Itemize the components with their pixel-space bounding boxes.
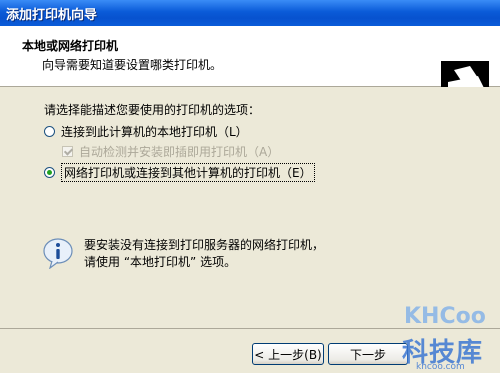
option-network-label[interactable]: 网络打印机或连接到其他计算机的打印机（E）: [61, 163, 315, 182]
option-local-label[interactable]: 连接到此计算机的本地打印机（L）: [61, 123, 248, 140]
option-auto-detect: 自动检测并安装即插即用打印机（A）: [62, 143, 279, 160]
back-button-label[interactable]: < 上一步(B): [254, 346, 321, 363]
wizard-header: 本地或网络打印机 向导需要知道要设置哪类打印机。: [0, 26, 500, 105]
option-network-printer[interactable]: 网络打印机或连接到其他计算机的打印机（E）: [44, 163, 315, 182]
header-subtitle: 向导需要知道要设置哪类打印机。: [42, 58, 223, 72]
info-icon: [43, 238, 73, 269]
site-watermark: KHCoo 科技库 khcoo.com: [380, 292, 500, 372]
checkbox-auto-detect: [62, 146, 73, 157]
info-line-1: 要安装没有连接到打印服务器的网络打印机，: [84, 238, 325, 252]
option-prompt: 请选择能描述您要使用的打印机的选项：: [44, 103, 261, 117]
info-line-2: 请使用 “本地打印机” 选项。: [84, 255, 237, 269]
watermark-logo: KHCoo: [404, 304, 486, 329]
option-local-printer[interactable]: 连接到此计算机的本地打印机（L）: [44, 123, 248, 140]
info-message: 要安装没有连接到打印服务器的网络打印机， 请使用 “本地打印机” 选项。: [84, 237, 324, 271]
option-auto-detect-label: 自动检测并安装即插即用打印机（A）: [79, 145, 280, 159]
back-button[interactable]: < 上一步(B): [252, 343, 324, 365]
wizard-content: 请选择能描述您要使用的打印机的选项： 连接到此计算机的本地打印机（L） 自动检测…: [0, 87, 500, 327]
window-title: 添加打印机向导: [6, 8, 98, 23]
radio-network[interactable]: [44, 167, 55, 178]
radio-local[interactable]: [44, 126, 55, 137]
header-title: 本地或网络打印机: [22, 39, 119, 53]
title-bar[interactable]: 添加打印机向导: [0, 0, 500, 26]
watermark-url: khcoo.com: [416, 362, 465, 372]
